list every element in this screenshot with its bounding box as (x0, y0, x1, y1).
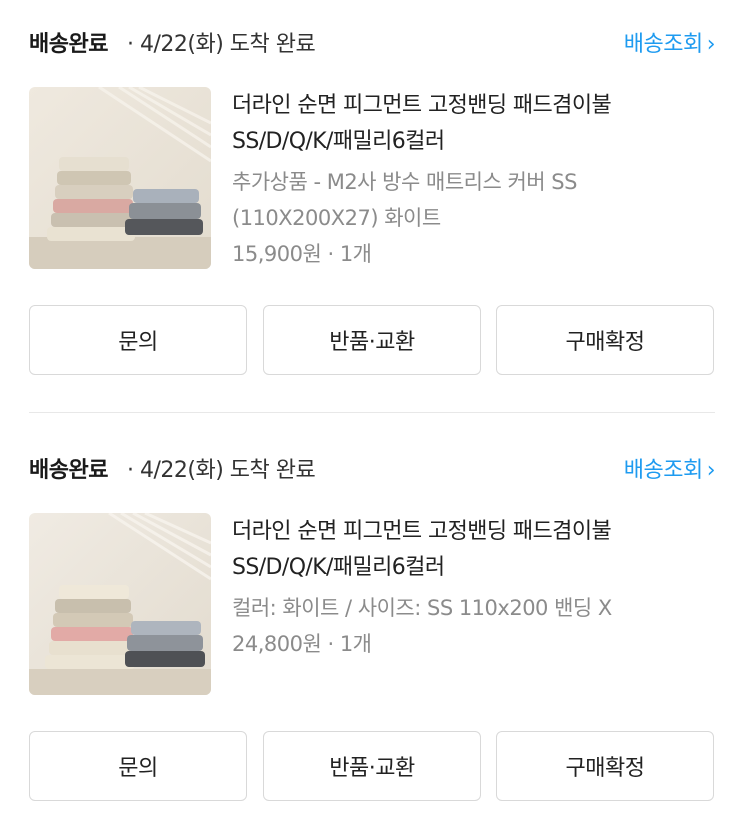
order-divider (29, 412, 715, 413)
inquiry-button[interactable]: 문의 (29, 731, 247, 801)
confirm-purchase-button[interactable]: 구매확정 (496, 731, 714, 801)
product-name[interactable]: 더라인 순면 피그먼트 고정밴딩 패드겸이불 SS/D/Q/K/패밀리6컬러 (232, 88, 717, 160)
arrival-date: · 4/22(화) 도착 완료 (127, 32, 316, 57)
confirm-purchase-button[interactable]: 구매확정 (496, 305, 714, 375)
track-delivery-link[interactable]: 배송조회 › (623, 26, 716, 58)
order-actions: 문의 반품·교환 구매확정 (29, 305, 715, 375)
track-delivery-label: 배송조회 (623, 32, 703, 57)
chevron-right-icon: › (706, 32, 716, 57)
order-header: 배송완료 · 4/22(화) 도착 완료 배송조회 › (29, 452, 716, 486)
return-exchange-button[interactable]: 반품·교환 (263, 731, 481, 801)
order-actions: 문의 반품·교환 구매확정 (29, 731, 715, 801)
product-info: 더라인 순면 피그먼트 고정밴딩 패드겸이불 SS/D/Q/K/패밀리6컬러 컬… (232, 514, 717, 662)
product-image[interactable] (29, 87, 211, 269)
track-delivery-label: 배송조회 (623, 458, 703, 483)
folded-bedding-photo-icon (29, 87, 211, 269)
product-info: 더라인 순면 피그먼트 고정밴딩 패드겸이불 SS/D/Q/K/패밀리6컬러 추… (232, 88, 717, 272)
product-option: 컬러: 화이트 / 사이즈: SS 110x200 밴딩 X (232, 596, 612, 620)
return-exchange-button[interactable]: 반품·교환 (263, 305, 481, 375)
order-header: 배송완료 · 4/22(화) 도착 완료 배송조회 › (29, 26, 716, 60)
chevron-right-icon: › (706, 458, 716, 483)
product-option: 추가상품 - M2사 방수 매트리스 커버 SS (110X200X27) 화이… (232, 170, 577, 230)
delivery-status: 배송완료 (29, 32, 108, 57)
product-price: 15,900원 · 1개 (232, 242, 372, 266)
product-price: 24,800원 · 1개 (232, 632, 372, 656)
folded-bedding-photo-icon (29, 513, 211, 695)
arrival-date: · 4/22(화) 도착 완료 (127, 458, 316, 483)
delivery-status: 배송완료 (29, 458, 108, 483)
product-name[interactable]: 더라인 순면 피그먼트 고정밴딩 패드겸이불 SS/D/Q/K/패밀리6컬러 (232, 514, 717, 586)
product-image[interactable] (29, 513, 211, 695)
inquiry-button[interactable]: 문의 (29, 305, 247, 375)
track-delivery-link[interactable]: 배송조회 › (623, 452, 716, 484)
